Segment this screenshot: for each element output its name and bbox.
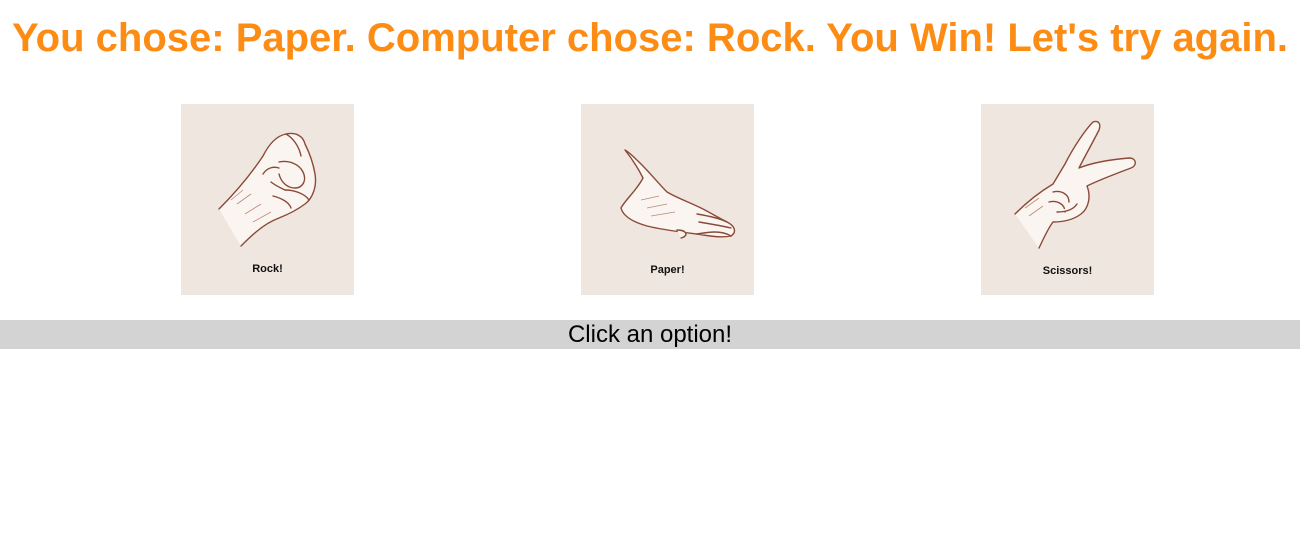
scissors-label: Scissors! (1043, 265, 1093, 277)
status-prompt: Click an option! (0, 320, 1300, 349)
scissors-option-button[interactable]: Scissors! (981, 104, 1154, 295)
scissors-hand-icon: Scissors! (1014, 120, 1136, 277)
paper-label: Paper! (650, 264, 684, 276)
rock-label: Rock! (252, 263, 283, 275)
rock-option-button[interactable]: Rock! (181, 104, 354, 295)
result-heading: You chose: Paper. Computer chose: Rock. … (11, 16, 1289, 60)
rock-hand-icon: Rock! (218, 132, 317, 275)
paper-hand-icon: Paper! (620, 149, 736, 276)
paper-option-button[interactable]: Paper! (581, 104, 754, 295)
